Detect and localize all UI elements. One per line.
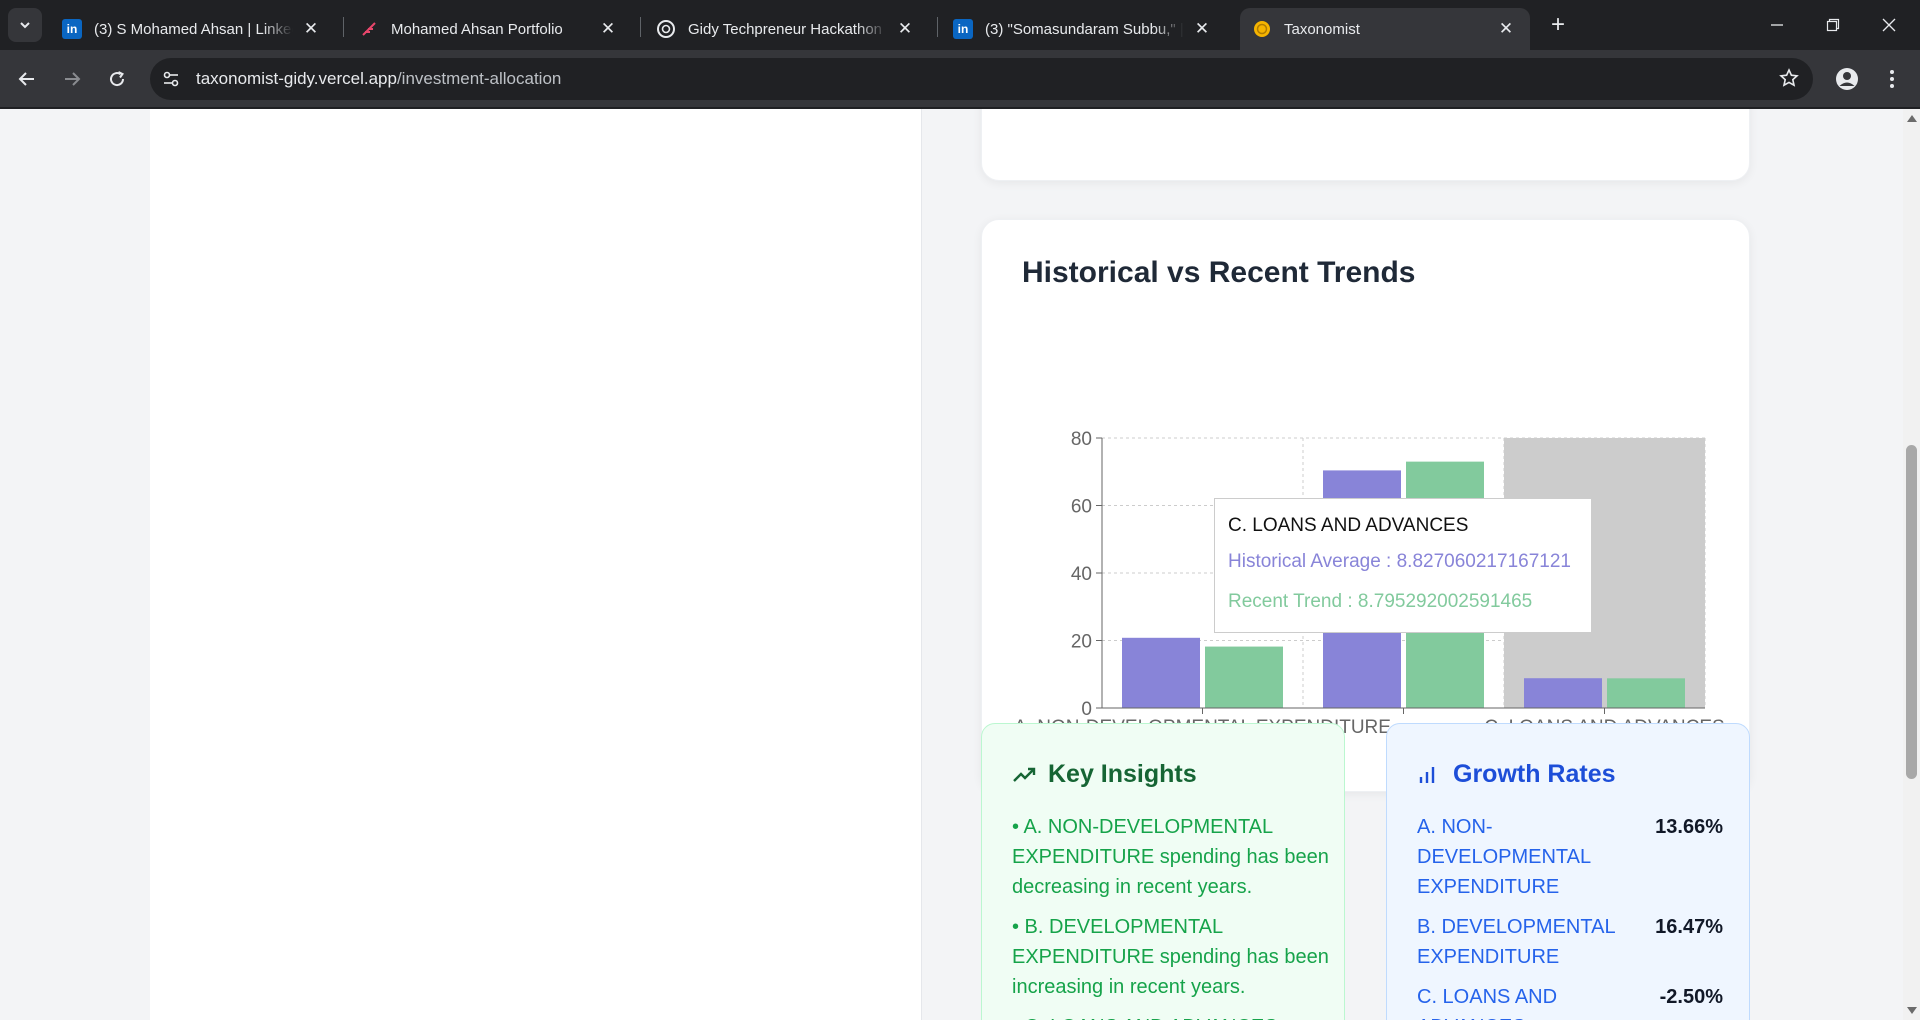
growth-rates-header: Growth Rates: [1417, 760, 1616, 789]
tab-strip: in (3) S Mohamed Ahsan | LinkedIn ✕ Moha…: [0, 0, 1920, 50]
key-insights-panel: Key Insights • A. NON-DEVELOPMENTAL EXPE…: [981, 723, 1345, 1020]
bar-historical: [1122, 637, 1200, 708]
growth-value: 16.47%: [1655, 916, 1723, 938]
site-info-icon[interactable]: [150, 58, 192, 100]
tab-title: (3) S Mohamed Ahsan | LinkedIn: [94, 20, 293, 38]
close-icon[interactable]: ✕: [598, 19, 618, 39]
browser-tab-hackathon[interactable]: Gidy Techpreneur Hackathon Vi ✕: [644, 8, 929, 50]
trending-up-icon: [1012, 765, 1040, 785]
growth-row: A. NON-DEVELOPMENTAL EXPENDITURE 13.66%: [1417, 812, 1723, 902]
browser-toolbar: taxonomist-gidy.vercel.app/investment-al…: [0, 50, 1920, 108]
growth-rates-title: Growth Rates: [1453, 760, 1616, 788]
bar-chart-icon: [1417, 765, 1445, 785]
tab-separator: [640, 17, 641, 37]
tab-title: Mohamed Ahsan Portfolio: [391, 20, 563, 38]
url-text: taxonomist-gidy.vercel.app/investment-al…: [196, 69, 561, 89]
minimize-icon: [1771, 24, 1783, 26]
address-bar[interactable]: taxonomist-gidy.vercel.app/investment-al…: [150, 58, 1813, 100]
growth-value: -2.50%: [1659, 986, 1723, 1008]
profile-button[interactable]: [1831, 63, 1863, 95]
linkedin-icon: in: [953, 19, 973, 39]
left-content-panel: [150, 109, 922, 1020]
minimize-button[interactable]: [1750, 0, 1804, 50]
tab-search-button[interactable]: [8, 8, 42, 42]
scroll-up-arrow-icon[interactable]: [1907, 115, 1917, 122]
key-insights-title: Key Insights: [1048, 760, 1197, 788]
bookmark-star-icon[interactable]: [1779, 68, 1799, 94]
browser-tab-linkedin-1[interactable]: in (3) S Mohamed Ahsan | LinkedIn ✕: [50, 8, 335, 50]
scrollbar-thumb[interactable]: [1906, 445, 1917, 779]
restore-button[interactable]: [1806, 0, 1860, 50]
new-tab-button[interactable]: +: [1543, 10, 1573, 40]
coin-icon: [1252, 19, 1272, 39]
y-tick-label: 60: [1071, 497, 1092, 518]
browser-tab-taxonomist[interactable]: Taxonomist ✕: [1240, 8, 1530, 50]
insight-item: • C. LOANS AND ADVANCES: [1012, 1012, 1332, 1020]
tab-separator: [343, 17, 344, 37]
tooltip-title: C. LOANS AND ADVANCES: [1228, 515, 1469, 536]
growth-row: C. LOANS AND ADVANCES -2.50%: [1417, 982, 1723, 1020]
reload-button[interactable]: [101, 63, 133, 95]
tab-title: Gidy Techpreneur Hackathon Vi: [688, 20, 887, 38]
y-tick-label: 80: [1071, 429, 1092, 450]
close-window-button[interactable]: [1862, 0, 1916, 50]
browser-tab-linkedin-2[interactable]: in (3) "Somasundaram Subbu," | S ✕: [941, 8, 1226, 50]
insight-item: • A. NON-DEVELOPMENTAL EXPENDITURE spend…: [1012, 816, 1329, 898]
insights-list: • A. NON-DEVELOPMENTAL EXPENDITURE spend…: [1012, 812, 1332, 1020]
close-icon[interactable]: ✕: [895, 19, 915, 39]
previous-card: [981, 109, 1750, 181]
back-button[interactable]: [11, 63, 43, 95]
url-host: taxonomist-gidy.vercel.app: [196, 69, 397, 88]
y-tick-label: 40: [1071, 564, 1092, 585]
bar-recent: [1205, 646, 1283, 708]
linkedin-icon: in: [62, 19, 82, 39]
tab-title: Taxonomist: [1284, 20, 1360, 38]
bar-historical: [1524, 678, 1602, 708]
tab-separator: [937, 17, 938, 37]
tooltip-historical-value: Historical Average : 8.827060217167121: [1228, 551, 1571, 572]
growth-rates-list: A. NON-DEVELOPMENTAL EXPENDITURE 13.66% …: [1417, 812, 1723, 1020]
page-scrollbar[interactable]: [1903, 109, 1920, 1020]
growth-value: 13.66%: [1655, 816, 1723, 838]
chart-tooltip: C. LOANS AND ADVANCES Historical Average…: [1214, 498, 1592, 633]
growth-category: C. LOANS AND ADVANCES: [1417, 986, 1558, 1020]
reload-icon: [110, 71, 125, 87]
close-icon: [1882, 18, 1896, 32]
more-vertical-icon: [1890, 70, 1894, 88]
close-icon[interactable]: ✕: [1496, 19, 1516, 39]
growth-category: B. DEVELOPMENTAL EXPENDITURE: [1417, 916, 1615, 968]
growth-category: A. NON-DEVELOPMENTAL EXPENDITURE: [1417, 816, 1591, 898]
tooltip-recent-value: Recent Trend : 8.795292002591465: [1228, 591, 1533, 612]
forward-arrow-icon: [65, 72, 81, 86]
plus-icon: +: [1550, 11, 1565, 38]
browser-menu-button[interactable]: [1876, 63, 1908, 95]
page-viewport: Historical vs Recent Trends 020406080A. …: [0, 109, 1903, 1020]
back-arrow-icon: [18, 72, 34, 86]
restore-icon: [1826, 18, 1840, 32]
growth-rates-panel: Growth Rates A. NON-DEVELOPMENTAL EXPEND…: [1386, 723, 1750, 1020]
scroll-down-arrow-icon[interactable]: [1907, 1007, 1917, 1014]
growth-row: B. DEVELOPMENTAL EXPENDITURE 16.47%: [1417, 912, 1723, 972]
key-insights-header: Key Insights: [1012, 760, 1197, 789]
tab-title: (3) "Somasundaram Subbu," | S: [985, 20, 1184, 38]
browser-tab-portfolio[interactable]: Mohamed Ahsan Portfolio ✕: [347, 8, 632, 50]
y-tick-label: 20: [1071, 632, 1092, 653]
chevron-down-icon: [20, 22, 30, 29]
profile-icon: [1836, 68, 1858, 90]
bar-recent: [1607, 678, 1685, 708]
close-icon[interactable]: ✕: [301, 19, 321, 39]
openai-icon: [656, 19, 676, 39]
portfolio-icon: [359, 19, 379, 39]
url-path: /investment-allocation: [396, 69, 562, 88]
insight-item: • B. DEVELOPMENTAL EXPENDITURE spending …: [1012, 916, 1329, 998]
trends-chart-card: Historical vs Recent Trends 020406080A. …: [981, 219, 1750, 792]
close-icon[interactable]: ✕: [1192, 19, 1212, 39]
forward-button[interactable]: [56, 63, 88, 95]
